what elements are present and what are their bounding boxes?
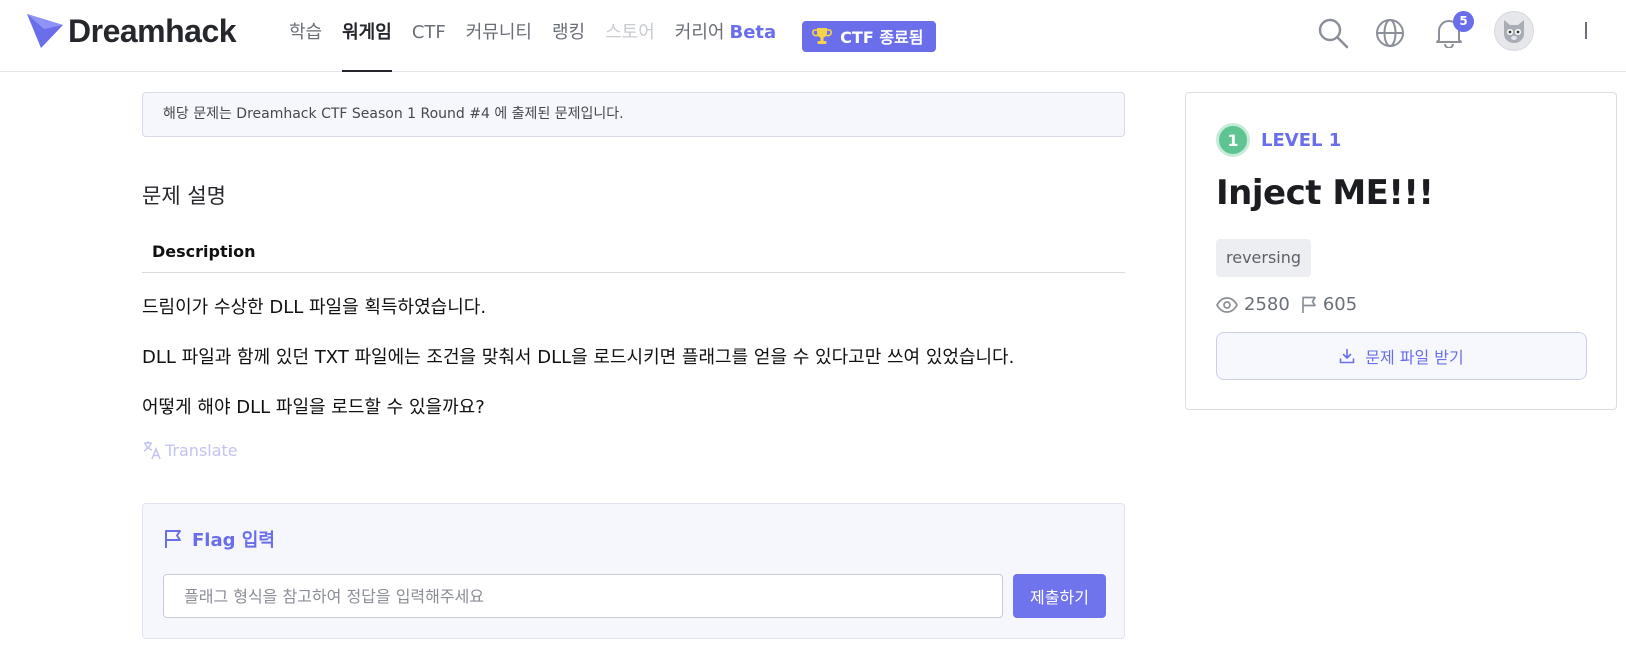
eye-icon (1216, 296, 1238, 313)
nav-item-community[interactable]: 커뮤니티 (466, 0, 532, 72)
search-button[interactable] (1316, 16, 1350, 50)
ctf-ended-label: CTF 종료됨 (840, 28, 924, 47)
challenge-stats: 2580 605 (1216, 294, 1368, 315)
level-badge: 1 (1216, 123, 1250, 157)
trophy-icon (812, 28, 833, 44)
logo-text: Dreamhack (68, 13, 237, 49)
user-avatar[interactable] (1494, 11, 1534, 51)
description-paragraph: 드림이가 수상한 DLL 파일을 획득하였습니다. (142, 297, 487, 318)
nav-item-learn[interactable]: 학습 (289, 0, 322, 72)
cat-avatar-icon (1504, 20, 1524, 43)
flag-panel-title: Flag 입력 (163, 526, 275, 552)
main-nav: 학습 워게임 CTF 커뮤니티 랭킹 스토어 커리어 Beta CTF 종료됨 (289, 0, 936, 72)
flag-submission-panel: Flag 입력 제출하기 (142, 503, 1125, 639)
solves-count: 605 (1322, 294, 1358, 315)
search-icon (1318, 18, 1349, 49)
views-stat: 2580 (1216, 294, 1290, 315)
nav-item-career-label: 커리어 (674, 22, 725, 43)
header-divider (1585, 22, 1587, 39)
globe-icon (1376, 19, 1404, 47)
translate-label: Translate (165, 440, 238, 460)
category-tag[interactable]: reversing (1216, 239, 1312, 277)
dreamhack-logo[interactable]: Dreamhack (26, 13, 237, 49)
translate-icon (143, 441, 161, 460)
download-icon (1339, 348, 1355, 364)
flag-icon (1301, 296, 1316, 313)
download-files-button[interactable]: 문제 파일 받기 (1216, 332, 1587, 380)
level-label: LEVEL 1 (1261, 129, 1342, 151)
views-count: 2580 (1244, 294, 1290, 315)
ctf-ended-badge[interactable]: CTF 종료됨 (802, 20, 936, 52)
dreamhack-logo-icon (27, 14, 63, 48)
solves-stat: 605 (1301, 294, 1357, 315)
challenge-info-card: 1 LEVEL 1 Inject ME!!! reversing 2580 60… (1185, 92, 1617, 410)
nav-item-ranking[interactable]: 랭킹 (552, 0, 585, 72)
translate-button[interactable]: Translate (142, 440, 238, 460)
submit-flag-button[interactable]: 제출하기 (1013, 574, 1106, 618)
flag-icon (165, 530, 181, 548)
top-header: Dreamhack 학습 워게임 CTF 커뮤니티 랭킹 스토어 커리어 Beta… (0, 0, 1626, 72)
flag-input[interactable] (163, 574, 1003, 618)
download-label: 문제 파일 받기 (1365, 348, 1464, 367)
nav-item-store[interactable]: 스토어 (605, 0, 655, 72)
level-indicator: 1 LEVEL 1 (1216, 123, 1341, 157)
notifications-button[interactable]: 5 (1432, 11, 1474, 50)
nav-item-wargame[interactable]: 워게임 (342, 0, 392, 72)
description-heading: Description (142, 233, 1125, 273)
challenge-title: Inject ME!!! (1216, 173, 1434, 213)
language-button[interactable] (1373, 16, 1407, 50)
nav-item-career[interactable]: 커리어 Beta (675, 0, 776, 72)
description-paragraph: DLL 파일과 함께 있던 TXT 파일에는 조건을 맞춰서 DLL을 로드시키… (142, 347, 1015, 368)
notification-count-badge: 5 (1453, 11, 1474, 32)
flag-title-label: Flag 입력 (192, 530, 275, 551)
nav-item-ctf[interactable]: CTF (412, 0, 446, 72)
description-paragraph: 어떻게 해야 DLL 파일을 로드할 수 있을까요? (142, 397, 485, 418)
section-title: 문제 설명 (142, 184, 226, 208)
beta-label: Beta (729, 22, 777, 43)
ctf-notice-banner: 해당 문제는 Dreamhack CTF Season 1 Round #4 에… (142, 92, 1125, 137)
